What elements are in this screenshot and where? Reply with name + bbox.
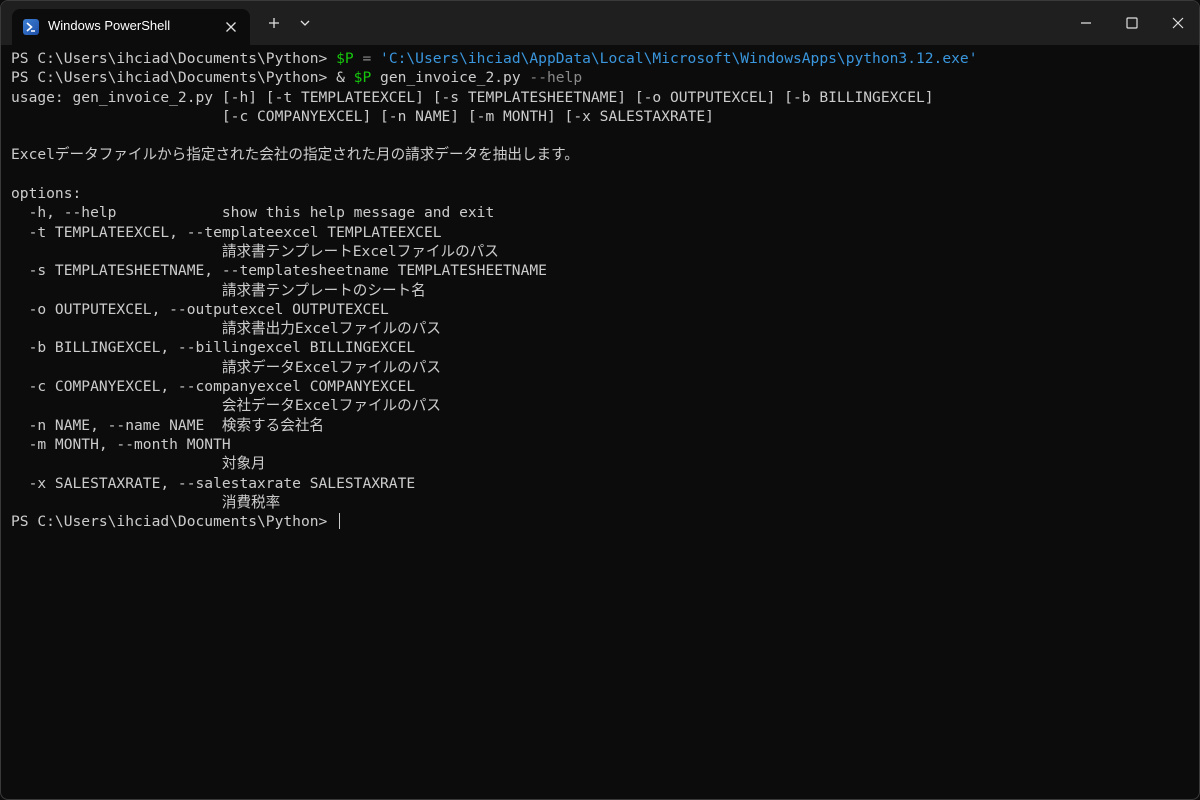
- output-line: 対象月: [11, 455, 266, 473]
- arguments: gen_invoice_2.py: [371, 69, 530, 87]
- maximize-icon[interactable]: [1109, 1, 1155, 45]
- tab-powershell[interactable]: Windows PowerShell: [12, 9, 250, 45]
- minimize-icon[interactable]: [1063, 1, 1109, 45]
- output-line: [-c COMPANYEXCEL] [-n NAME] [-m MONTH] […: [11, 107, 714, 125]
- output-line: options:: [11, 185, 82, 203]
- current-prompt-line[interactable]: PS C:\Users\ihciad\Documents\Python>: [11, 512, 1199, 531]
- text-cursor: [339, 513, 341, 530]
- variable: $P: [336, 50, 354, 67]
- flag: --help: [529, 69, 583, 87]
- tab-close-icon[interactable]: [220, 16, 242, 38]
- output-line: -h, --help show this help message and ex…: [11, 204, 495, 222]
- terminal-window: Windows PowerShell PS C:\Users\ihciad\Do…: [0, 0, 1200, 800]
- output-line: 請求データExcelファイルのパス: [11, 358, 441, 376]
- output-line: -s TEMPLATESHEETNAME, --templatesheetnam…: [11, 262, 547, 280]
- output-line: -m MONTH, --month MONTH: [11, 435, 231, 453]
- output-line: 請求書出力Excelファイルのパス: [11, 320, 441, 338]
- output-line: -x SALESTAXRATE, --salestaxrate SALESTAX…: [11, 474, 416, 492]
- string-literal: 'C:\Users\ihciad\AppData\Local\Microsoft…: [380, 50, 978, 67]
- variable: $P: [353, 69, 372, 87]
- output-line: Excelデータファイルから指定された会社の指定された月の請求データを抽出します…: [11, 146, 579, 164]
- output-line: -c COMPANYEXCEL, --companyexcel COMPANYE…: [11, 378, 416, 396]
- output-line: -b BILLINGEXCEL, --billingexcel BILLINGE…: [11, 339, 416, 357]
- prompt: PS C:\Users\ihciad\Documents\Python>: [11, 69, 337, 87]
- output-line: usage: gen_invoice_2.py [-h] [-t TEMPLAT…: [11, 88, 934, 106]
- tab-dropdown-chevron-down-icon[interactable]: [291, 11, 319, 35]
- tab-title: Windows PowerShell: [48, 18, 171, 33]
- output-line: -t TEMPLATEEXCEL, --templateexcel TEMPLA…: [11, 223, 442, 241]
- output-line: 請求書テンプレートのシート名: [11, 281, 426, 299]
- command-line-1: PS C:\Users\ihciad\Documents\Python> $P …: [11, 49, 1199, 68]
- output-line: 消費税率: [11, 493, 281, 511]
- prompt: PS C:\Users\ihciad\Documents\Python>: [11, 50, 337, 67]
- output-line: -o OUTPUTEXCEL, --outputexcel OUTPUTEXCE…: [11, 300, 389, 318]
- close-window-icon[interactable]: [1155, 1, 1199, 45]
- output-line: 請求書テンプレートExcelファイルのパス: [11, 242, 499, 260]
- title-bar: Windows PowerShell: [1, 1, 1199, 45]
- operator: =: [353, 50, 381, 67]
- prompt: PS C:\Users\ihciad\Documents\Python>: [11, 513, 337, 531]
- terminal-output[interactable]: PS C:\Users\ihciad\Documents\Python> $P …: [1, 49, 1199, 799]
- command-line-2: PS C:\Users\ihciad\Documents\Python> & $…: [11, 68, 1199, 87]
- new-tab-plus-icon[interactable]: [260, 11, 288, 35]
- call-operator: &: [336, 69, 354, 87]
- output-line: 会社データExcelファイルのパス: [11, 397, 441, 415]
- output-line: -n NAME, --name NAME 検索する会社名: [11, 416, 325, 434]
- powershell-icon: [23, 19, 39, 35]
